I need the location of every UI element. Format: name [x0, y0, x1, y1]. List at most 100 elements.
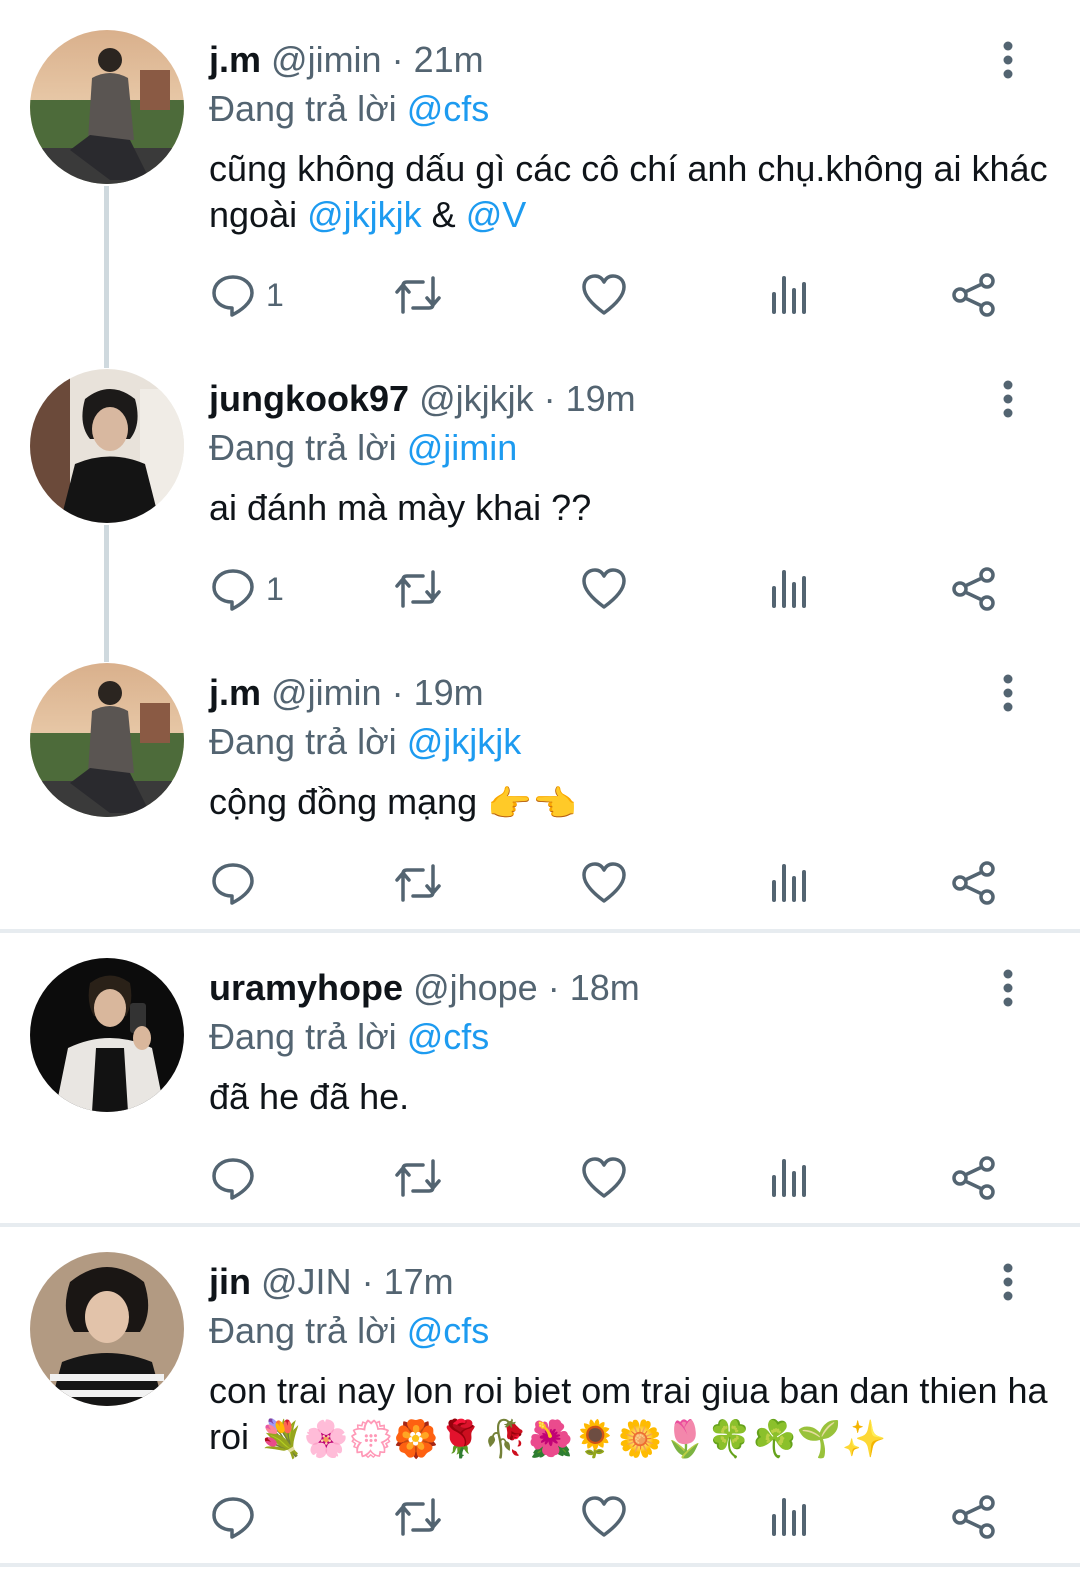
views-button[interactable]: [766, 1153, 812, 1203]
avatar[interactable]: [30, 30, 184, 184]
avatar[interactable]: [30, 663, 184, 817]
reply-mention[interactable]: @cfs: [407, 1310, 490, 1351]
mention-link[interactable]: @jkjkjk: [307, 194, 422, 235]
avatar-photo: [30, 1252, 184, 1406]
separator-dot: ·: [543, 378, 556, 419]
like-button[interactable]: [581, 564, 627, 614]
speech-bubble-icon: [212, 569, 254, 611]
views-button[interactable]: [766, 1492, 812, 1542]
avatar-photo: [30, 663, 184, 817]
reply-button[interactable]: [210, 1492, 256, 1542]
avatar[interactable]: [30, 369, 184, 523]
tweet-text: cộng đồng mạng 👉👈: [209, 779, 1049, 827]
tweet-header: j.m @jimin · 21m: [209, 38, 484, 82]
user-handle[interactable]: @jimin: [271, 672, 382, 713]
user-handle[interactable]: @JIN: [261, 1261, 352, 1302]
user-handle[interactable]: @jimin: [271, 39, 382, 80]
display-name[interactable]: j.m: [209, 672, 261, 713]
tweet[interactable]: j.m @jimin · 19m Đang trả lời @jkjkjk cộ…: [0, 663, 1080, 923]
bar-chart-icon: [772, 1498, 806, 1536]
share-button[interactable]: [951, 564, 997, 614]
user-handle[interactable]: @jkjkjk: [419, 378, 534, 419]
timestamp[interactable]: 19m: [566, 378, 636, 419]
reply-prefix: Đang trả lời: [209, 88, 397, 129]
ampersand: &: [431, 194, 456, 235]
reply-mention[interactable]: @jimin: [407, 427, 518, 468]
retweet-icon: [395, 864, 441, 902]
like-button[interactable]: [581, 858, 627, 908]
more-options-button[interactable]: [994, 377, 1022, 421]
like-button[interactable]: [581, 1492, 627, 1542]
reply-button[interactable]: [210, 858, 256, 908]
reply-mention[interactable]: @cfs: [407, 88, 490, 129]
retweet-button[interactable]: [393, 858, 443, 908]
reply-context: Đang trả lời @jimin: [209, 426, 517, 470]
views-button[interactable]: [766, 564, 812, 614]
action-bar: 1: [0, 564, 1080, 614]
display-name[interactable]: jin: [209, 1261, 251, 1302]
more-options-button[interactable]: [994, 38, 1022, 82]
action-bar: [0, 858, 1080, 908]
share-button[interactable]: [951, 1153, 997, 1203]
tweet[interactable]: jin @JIN · 17m Đang trả lời @cfs con tra…: [0, 1252, 1080, 1552]
display-name[interactable]: jungkook97: [209, 378, 409, 419]
like-button[interactable]: [581, 1153, 627, 1203]
retweet-button[interactable]: [393, 564, 443, 614]
tweet-divider: [0, 929, 1080, 933]
retweet-button[interactable]: [393, 270, 443, 320]
timestamp[interactable]: 19m: [414, 672, 484, 713]
avatar[interactable]: [30, 958, 184, 1112]
reply-count: 1: [266, 570, 284, 607]
user-handle[interactable]: @jhope: [413, 967, 538, 1008]
retweet-icon: [395, 1498, 441, 1536]
heart-icon: [582, 568, 626, 609]
pointing-fingers-emoji: 👉👈: [487, 783, 577, 825]
tweet-divider: [0, 1223, 1080, 1227]
retweet-icon: [395, 570, 441, 608]
timestamp[interactable]: 17m: [384, 1261, 454, 1302]
reply-prefix: Đang trả lời: [209, 1016, 397, 1057]
avatar-photo: [30, 958, 184, 1112]
more-options-button[interactable]: [994, 671, 1022, 715]
timestamp[interactable]: 21m: [414, 39, 484, 80]
timestamp[interactable]: 18m: [570, 967, 640, 1008]
heart-icon: [582, 862, 626, 903]
reply-context: Đang trả lời @cfs: [209, 1015, 489, 1059]
retweet-button[interactable]: [393, 1492, 443, 1542]
views-button[interactable]: [766, 858, 812, 908]
display-name[interactable]: j.m: [209, 39, 261, 80]
reply-button[interactable]: [210, 1153, 256, 1203]
reply-prefix: Đang trả lời: [209, 427, 397, 468]
tweet-divider: [0, 1563, 1080, 1567]
speech-bubble-icon: [212, 1497, 254, 1539]
reply-context: Đang trả lời @jkjkjk: [209, 720, 521, 764]
mention-link[interactable]: @V: [466, 194, 527, 235]
tweet-header: jungkook97 @jkjkjk · 19m: [209, 377, 636, 421]
separator-dot: ·: [391, 39, 404, 80]
share-button[interactable]: [951, 858, 997, 908]
share-icon: [952, 1495, 995, 1539]
like-button[interactable]: [581, 270, 627, 320]
more-options-button[interactable]: [994, 1260, 1022, 1304]
bar-chart-icon: [772, 570, 806, 608]
tweet[interactable]: jungkook97 @jkjkjk · 19m Đang trả lời @j…: [0, 369, 1080, 629]
avatar[interactable]: [30, 1252, 184, 1406]
tweet[interactable]: j.m @jimin · 21m Đang trả lời @cfs cũng …: [0, 30, 1080, 330]
reply-mention[interactable]: @cfs: [407, 1016, 490, 1057]
share-icon: [952, 861, 995, 905]
share-button[interactable]: [951, 270, 997, 320]
views-button[interactable]: [766, 270, 812, 320]
speech-bubble-icon: [212, 863, 254, 905]
share-button[interactable]: [951, 1492, 997, 1542]
retweet-button[interactable]: [393, 1153, 443, 1203]
more-options-button[interactable]: [994, 966, 1022, 1010]
tweet-text: đã he đã he.: [209, 1076, 410, 1117]
share-icon: [952, 273, 995, 317]
reply-mention[interactable]: @jkjkjk: [407, 721, 522, 762]
flowers-emoji: 💐🌸💮🏵️🌹🥀🌺🌻🌼🌷🍀☘️🌱✨: [259, 1418, 887, 1460]
bar-chart-icon: [772, 276, 806, 314]
tweet[interactable]: uramyhope @jhope · 18m Đang trả lời @cfs…: [0, 958, 1080, 1218]
display-name[interactable]: uramyhope: [209, 967, 403, 1008]
reply-button[interactable]: 1: [210, 270, 284, 320]
reply-button[interactable]: 1: [210, 564, 284, 614]
